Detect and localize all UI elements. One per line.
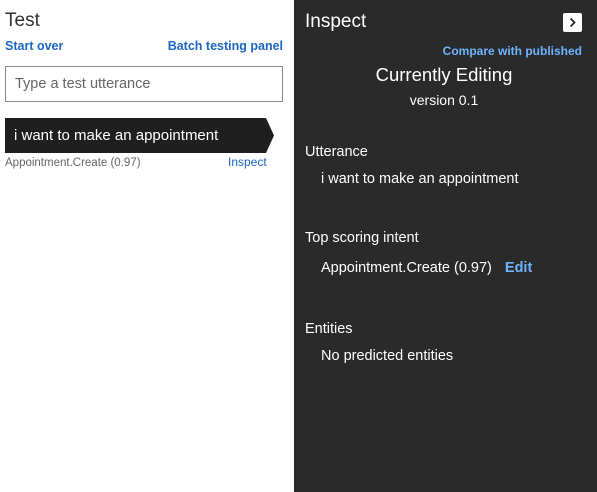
edit-intent-link[interactable]: Edit xyxy=(505,260,532,276)
inspect-panel: Inspect Compare with published Currently… xyxy=(294,0,597,492)
currently-editing-title: Currently Editing xyxy=(375,64,513,85)
test-utterance-text: i want to make an appointment xyxy=(14,127,219,144)
test-utterance-input[interactable] xyxy=(5,66,283,102)
test-panel: Test Start over Batch testing panel i wa… xyxy=(0,0,294,492)
close-inspect-button[interactable] xyxy=(563,13,582,32)
utterance-section-label: Utterance xyxy=(305,144,368,160)
top-scoring-intent-value: Appointment.Create (0.97) xyxy=(321,260,492,276)
test-utterance-item[interactable]: i want to make an appointment xyxy=(5,118,274,153)
compare-with-published-link[interactable]: Compare with published xyxy=(443,44,582,58)
utterance-intent-score: Appointment.Create (0.97) xyxy=(5,157,141,169)
entities-value: No predicted entities xyxy=(321,348,454,364)
inspect-panel-title: Inspect xyxy=(305,11,367,32)
inspect-link[interactable]: Inspect xyxy=(228,155,267,169)
test-panel-title: Test xyxy=(5,10,40,31)
utterance-value: i want to make an appointment xyxy=(321,171,519,187)
chevron-right-icon xyxy=(569,17,576,28)
start-over-link[interactable]: Start over xyxy=(5,39,63,53)
entities-section-label: Entities xyxy=(305,321,353,337)
batch-testing-panel-link[interactable]: Batch testing panel xyxy=(168,39,283,53)
top-scoring-intent-row: Appointment.Create (0.97) Edit xyxy=(321,260,532,276)
version-label: version 0.1 xyxy=(409,92,479,108)
top-scoring-intent-label: Top scoring intent xyxy=(305,230,419,246)
